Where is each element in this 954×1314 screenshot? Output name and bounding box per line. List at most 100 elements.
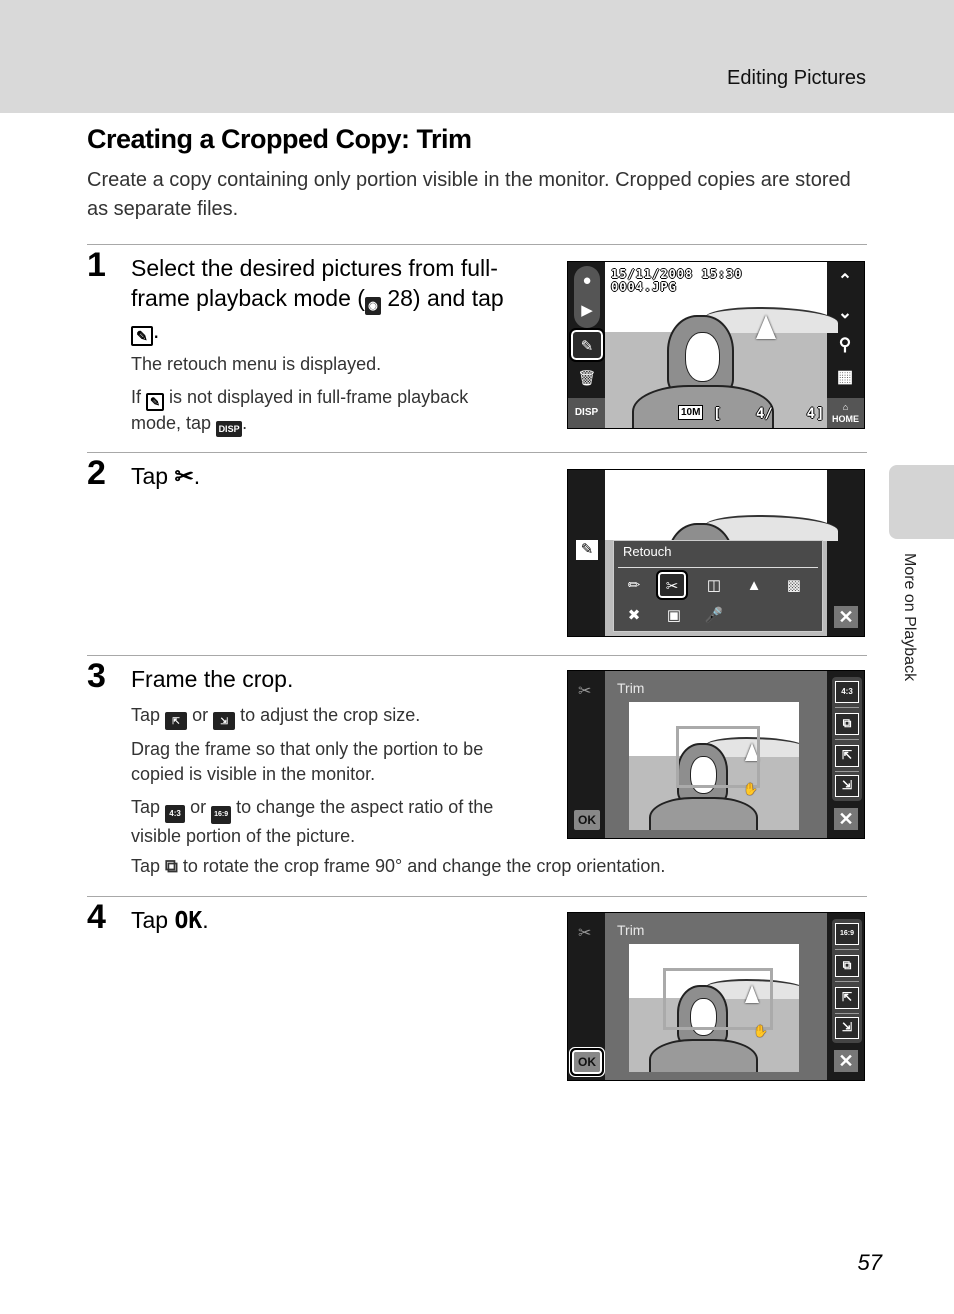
note-text: Tap <box>131 705 161 725</box>
trim-icon[interactable]: ✂ <box>656 570 688 600</box>
thumbnail-icon[interactable]: ▦ <box>829 362 861 392</box>
reduce-crop-icon: ⇲ <box>213 712 236 730</box>
chapter-tab <box>889 465 954 539</box>
black-border-icon[interactable]: ▣ <box>660 603 688 629</box>
note-text: to rotate the crop frame 90° and change … <box>182 856 666 876</box>
skin-softening-icon[interactable]: ▲ <box>740 573 768 599</box>
divider <box>87 244 867 245</box>
step-note: Tap 4:3 or 16:9 to change the aspect rat… <box>131 795 531 849</box>
ok-button[interactable]: OK <box>574 810 600 830</box>
zoom-icon[interactable]: ⚲ <box>829 330 861 360</box>
down-arrow-icon[interactable]: ⌄ <box>829 298 861 328</box>
ok-button[interactable]: OK <box>572 1050 602 1074</box>
enlarge-crop-button[interactable]: ⇱ <box>835 987 859 1009</box>
delete-icon[interactable]: 🗑 <box>571 364 603 394</box>
note-text: is not displayed in full-frame playback … <box>131 387 469 433</box>
header-band <box>0 0 954 113</box>
close-button[interactable]: ✕ <box>834 1050 858 1072</box>
toolbar-divider <box>835 771 859 772</box>
step-title-text: 28) and tap <box>387 285 504 311</box>
retouch-menu-title: Retouch <box>623 544 672 559</box>
close-button[interactable]: ✕ <box>834 808 858 830</box>
divider <box>87 452 867 453</box>
photo-face <box>684 331 721 382</box>
step-title: Select the desired pictures from full-fr… <box>131 253 541 346</box>
note-text: to adjust the crop size. <box>240 705 421 725</box>
step-number: 3 <box>87 657 106 695</box>
trim-area: Trim ✋ <box>605 671 827 838</box>
page-number: 57 <box>857 1250 882 1275</box>
intro-text: Create a copy containing only portion vi… <box>87 169 851 220</box>
trim-area: Trim ✋ <box>605 913 827 1080</box>
rotate-frame-button[interactable]: ⧉ <box>835 955 859 977</box>
toolbar-divider <box>835 739 859 740</box>
step-note: Drag the frame so that only the portion … <box>131 739 484 784</box>
trim-photo: ✋ <box>629 702 799 830</box>
crop-frame[interactable] <box>676 726 760 788</box>
close-button[interactable]: ✕ <box>834 606 858 628</box>
home-button[interactable]: ⌂ HOME <box>827 398 864 428</box>
home-label: HOME <box>832 414 859 424</box>
step-number: 2 <box>87 454 106 492</box>
crop-frame[interactable] <box>663 968 773 1030</box>
up-arrow-icon[interactable]: ⌃ <box>829 266 861 296</box>
camera-screen-retouch: ✎ Retouch ✏ ✂ ◫ ▲ ▩ ✖ ▣ 🎤 ✕ <box>567 469 865 637</box>
camera-screen-playback: ● ▶ ✎ 🗑 DISP 15/11/2008 15:30 0004.JPG 1… <box>567 261 865 429</box>
note-text: or <box>190 797 207 817</box>
quick-retouch-icon[interactable]: ✏ <box>620 573 648 599</box>
shooting-mode-icon[interactable]: ● <box>571 266 603 296</box>
drag-hand-icon: ✋ <box>753 1024 768 1038</box>
aspect-ratio-button[interactable]: 16:9 <box>835 923 859 945</box>
section-name: Editing Pictures <box>727 67 866 89</box>
reduce-crop-button[interactable]: ⇲ <box>835 775 859 797</box>
scissors-icon: ✂ <box>578 925 592 942</box>
scissors-icon: ✂ <box>174 463 194 489</box>
menu-divider <box>618 567 818 568</box>
note-text: to change the aspect ratio of the visibl… <box>131 797 494 846</box>
scissors-icon: ✂ <box>578 683 592 700</box>
toolbar-divider <box>835 981 859 982</box>
reduce-crop-button[interactable]: ⇲ <box>835 1017 859 1039</box>
note-text: Tap <box>131 797 161 817</box>
step-title-text: . <box>153 317 160 343</box>
bracket-left: [ <box>713 406 722 422</box>
trim-toolbar: 16:9 ⧉ ⇱ ⇲ <box>832 919 862 1043</box>
step-title: Frame the crop. <box>131 666 294 692</box>
rotate-frame-icon: ⧉ <box>165 856 178 876</box>
disp-icon: DISP <box>216 421 243 437</box>
chapter-label: More on Playback <box>901 553 918 682</box>
step-note: Tap ⇱ or ⇲ to adjust the crop size. <box>131 703 420 730</box>
small-picture-icon[interactable]: ▩ <box>780 573 808 599</box>
retouch-edit-icon[interactable]: ✎ <box>569 328 605 362</box>
aspect-ratio-button[interactable]: 4:3 <box>835 681 859 703</box>
d-lighting-icon[interactable]: ◫ <box>700 573 728 599</box>
drag-hand-icon: ✋ <box>743 782 758 796</box>
paint-icon[interactable]: ✖ <box>620 603 648 629</box>
step-number: 4 <box>87 898 106 936</box>
step-number: 1 <box>87 246 106 284</box>
playback-mode-icon[interactable]: ▶ <box>571 296 603 326</box>
voice-memo-icon[interactable]: 🎤 <box>700 603 728 629</box>
trim-photo: ✋ <box>629 944 799 1072</box>
retouch-edit-icon: ✎ <box>131 326 153 346</box>
step-title: Tap ✂. <box>131 461 541 491</box>
photo-body <box>649 796 759 830</box>
camera-screen-trim-4-3: ✂ Trim ✋ 4:3 ⧉ ⇱ ⇲ OK ✕ <box>567 670 865 839</box>
step-note: Tap ⧉ to rotate the crop frame 90° and c… <box>131 854 665 879</box>
frame-counter: 4/ 4 <box>756 406 816 422</box>
disp-button[interactable]: DISP <box>568 398 605 428</box>
aspect-4-3-icon: 4:3 <box>165 805 186 823</box>
step-title: Tap OK. <box>131 905 541 936</box>
note-text: Tap <box>131 856 161 876</box>
file-name: 0004.JPG <box>611 280 677 294</box>
step-title-text: . <box>202 907 209 933</box>
aspect-16-9-icon: 16:9 <box>211 806 232 824</box>
camera-screen-trim-16-9: ✂ Trim ✋ 16:9 ⧉ ⇱ ⇲ OK ✕ <box>567 912 865 1081</box>
divider <box>87 896 867 897</box>
rotate-frame-button[interactable]: ⧉ <box>835 713 859 735</box>
step-note: The retouch menu is displayed. <box>131 354 382 374</box>
enlarge-crop-icon: ⇱ <box>165 712 188 730</box>
enlarge-crop-button[interactable]: ⇱ <box>835 745 859 767</box>
image-size-badge: 10M <box>678 405 704 420</box>
retouch-edit-icon: ✎ <box>146 393 165 411</box>
